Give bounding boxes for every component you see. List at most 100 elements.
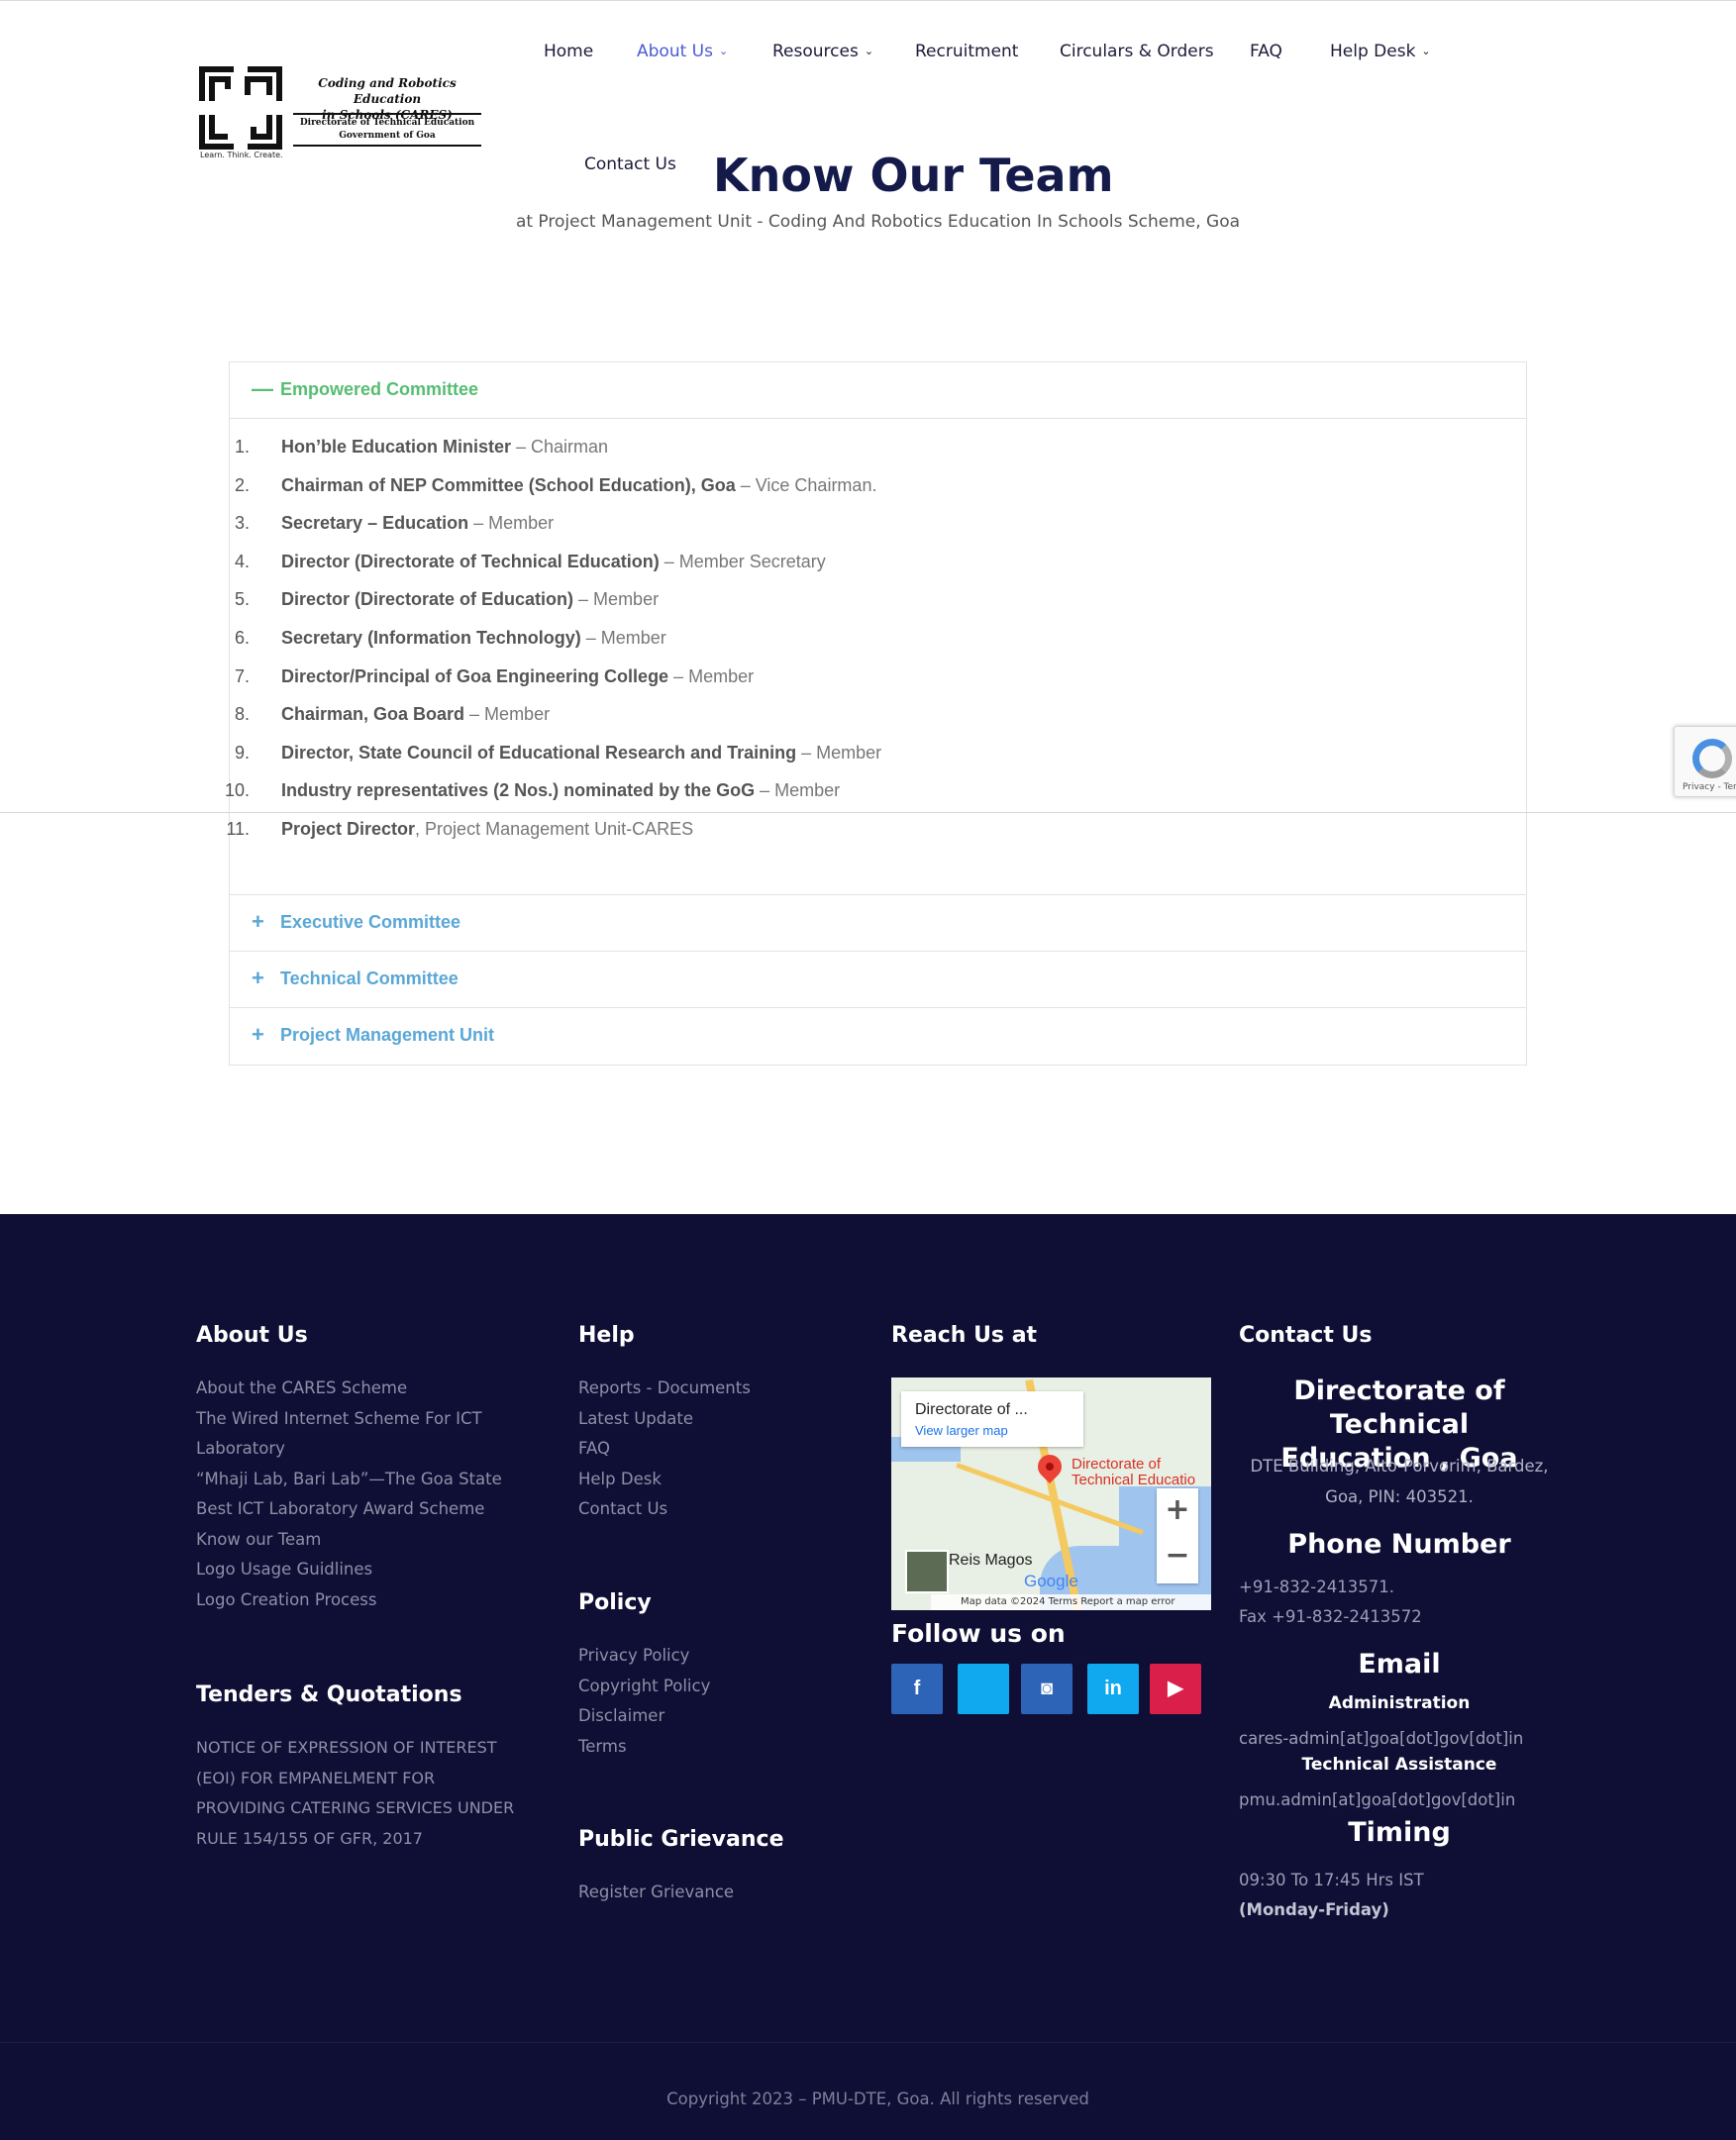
zoom-out-button[interactable]: − bbox=[1157, 1538, 1198, 1573]
email-heading: Email bbox=[1358, 1649, 1441, 1680]
cares-logo-mark-icon bbox=[199, 66, 282, 150]
footer-link[interactable]: Logo Creation Process bbox=[196, 1585, 502, 1616]
footer-link[interactable]: Help Desk bbox=[578, 1465, 751, 1495]
youtube-icon[interactable]: ▶ bbox=[1150, 1664, 1201, 1714]
nav-resources[interactable]: Resources ⌄ bbox=[772, 42, 873, 61]
footer-contact-heading: Contact Us bbox=[1239, 1323, 1373, 1348]
nav-circulars[interactable]: Circulars & Orders bbox=[1060, 42, 1214, 61]
minus-icon: — bbox=[252, 376, 273, 401]
member-text: Chairman of NEP Committee (School Educat… bbox=[281, 473, 876, 497]
location-map[interactable]: Directorate of ... View larger map Direc… bbox=[891, 1377, 1211, 1610]
nav-contact-us[interactable]: Contact Us bbox=[584, 154, 676, 174]
footer-about-links: About the CARES Scheme The Wired Internet… bbox=[196, 1374, 502, 1615]
phone-number[interactable]: +91-832-2413571. bbox=[1239, 1573, 1394, 1603]
footer-reach-heading: Reach Us at bbox=[891, 1323, 1038, 1348]
member-item: 11. Project Director, Project Management … bbox=[226, 817, 1526, 856]
member-text: Director (Directorate of Education) – Me… bbox=[281, 587, 659, 611]
footer-link[interactable]: Laboratory bbox=[196, 1434, 502, 1465]
footer-link[interactable]: Privacy Policy bbox=[578, 1641, 710, 1672]
footer-tenders-heading: Tenders & Quotations bbox=[196, 1682, 462, 1707]
member-item: 7. Director/Principal of Goa Engineering … bbox=[230, 664, 1526, 703]
chevron-down-icon: ⌄ bbox=[718, 45, 729, 57]
footer-link[interactable]: The Wired Internet Scheme For ICT bbox=[196, 1404, 502, 1435]
footer-link[interactable]: Terms bbox=[578, 1732, 710, 1763]
accordion-header-technical-committee[interactable]: + Technical Committee bbox=[230, 952, 1526, 1008]
accordion-header-empowered-committee[interactable]: — Empowered Committee bbox=[230, 362, 1526, 419]
footer-link[interactable]: Disclaimer bbox=[578, 1701, 710, 1732]
tender-notice-link[interactable]: NOTICE OF EXPRESSION OF INTEREST (EOI) F… bbox=[196, 1733, 514, 1854]
member-number: 5. bbox=[234, 589, 250, 610]
nav-home[interactable]: Home bbox=[544, 42, 593, 61]
accordion-header-project-management-unit[interactable]: + Project Management Unit bbox=[230, 1008, 1526, 1065]
member-role: Industry representatives (2 Nos.) nomina… bbox=[281, 780, 756, 801]
footer-link[interactable]: Best ICT Laboratory Award Scheme bbox=[196, 1494, 502, 1525]
footer-link[interactable]: “Mhaji Lab, Bari Lab”—The Goa State bbox=[196, 1465, 502, 1495]
nav-helpdesk-label: Help Desk bbox=[1330, 42, 1416, 61]
member-text: Director (Directorate of Technical Educa… bbox=[281, 550, 826, 573]
footer-link[interactable]: About the CARES Scheme bbox=[196, 1374, 502, 1404]
map-pin-dot bbox=[1046, 1463, 1054, 1471]
accordion-header-executive-committee[interactable]: + Executive Committee bbox=[230, 895, 1526, 952]
nav-faq[interactable]: FAQ bbox=[1250, 42, 1282, 61]
footer-policy-heading: Policy bbox=[578, 1590, 652, 1615]
footer-link[interactable]: Contact Us bbox=[578, 1494, 751, 1525]
member-item: 6. Secretary (Information Technology) – M… bbox=[230, 626, 1526, 664]
member-role: Director (Directorate of Education) bbox=[281, 589, 574, 610]
satellite-toggle[interactable] bbox=[905, 1550, 949, 1593]
accordion-title: Technical Committee bbox=[280, 968, 459, 988]
member-role: Project Director bbox=[281, 818, 416, 839]
recaptcha-badge[interactable]: Privacy - Terms bbox=[1674, 726, 1736, 797]
member-number: 10. bbox=[224, 780, 250, 801]
member-role: Director, State Council of Educational R… bbox=[281, 742, 797, 763]
org-name-line: Directorate of Technical bbox=[1293, 1376, 1505, 1440]
admin-email[interactable]: cares-admin[at]goa[dot]gov[dot]in bbox=[1239, 1724, 1523, 1755]
member-item: 4. Director (Directorate of Technical Edu… bbox=[230, 550, 1526, 588]
logo-divider-2 bbox=[293, 145, 481, 147]
timing-heading: Timing bbox=[1348, 1817, 1451, 1848]
map-zoom-control: + − bbox=[1157, 1488, 1198, 1583]
nav-recruitment[interactable]: Recruitment bbox=[915, 42, 1018, 61]
member-number: 2. bbox=[234, 474, 250, 495]
member-designation: – Member bbox=[468, 513, 555, 534]
follow-heading: Follow us on bbox=[891, 1619, 1066, 1648]
member-role: Chairman of NEP Committee (School Educat… bbox=[281, 474, 736, 495]
map-info-card: Directorate of ... View larger map bbox=[901, 1391, 1083, 1447]
site-logo[interactable]: Coding and Robotics Education in Schools… bbox=[198, 65, 485, 160]
twitter-icon[interactable] bbox=[958, 1664, 1009, 1714]
tech-email[interactable]: pmu.admin[at]goa[dot]gov[dot]in bbox=[1239, 1785, 1515, 1816]
member-number: 1. bbox=[234, 437, 250, 457]
team-accordion: — Empowered Committee 1. Hon’ble Educatio… bbox=[225, 361, 1527, 1066]
footer-link[interactable]: FAQ bbox=[578, 1434, 751, 1465]
nav-about-us[interactable]: About Us ⌄ bbox=[637, 42, 728, 61]
member-designation: – Member bbox=[755, 780, 841, 801]
member-designation: – Member bbox=[464, 704, 551, 725]
member-role: Secretary (Information Technology) bbox=[281, 627, 581, 648]
page-title: Know Our Team bbox=[713, 149, 1114, 202]
tender-line: NOTICE OF EXPRESSION OF INTEREST bbox=[196, 1738, 497, 1757]
zoom-in-button[interactable]: + bbox=[1157, 1492, 1198, 1527]
page-subtitle: at Project Management Unit - Coding And … bbox=[515, 212, 1241, 232]
member-role: Chairman, Goa Board bbox=[281, 704, 465, 725]
view-larger-map-link[interactable]: View larger map bbox=[915, 1423, 1008, 1438]
footer-link[interactable]: Reports - Documents bbox=[578, 1374, 751, 1404]
nav-help-desk[interactable]: Help Desk ⌄ bbox=[1330, 42, 1431, 61]
phone-heading: Phone Number bbox=[1287, 1529, 1511, 1560]
linkedin-icon[interactable]: in bbox=[1087, 1664, 1139, 1714]
member-designation: – Chairman bbox=[511, 437, 609, 457]
footer-link[interactable]: Latest Update bbox=[578, 1404, 751, 1435]
timing-days: (Monday-Friday) bbox=[1239, 1900, 1389, 1919]
instagram-icon[interactable]: ◙ bbox=[1021, 1664, 1072, 1714]
facebook-icon[interactable]: f bbox=[891, 1664, 943, 1714]
member-text: Director/Principal of Goa Engineering Co… bbox=[281, 664, 754, 688]
footer-link[interactable]: Copyright Policy bbox=[578, 1672, 710, 1702]
member-number: 4. bbox=[234, 551, 250, 571]
tender-line: RULE 154/155 OF GFR, 2017 bbox=[196, 1828, 423, 1848]
footer-link[interactable]: Register Grievance bbox=[578, 1878, 784, 1908]
member-designation: – Member Secretary bbox=[659, 551, 826, 571]
footer-link[interactable]: Logo Usage Guidlines bbox=[196, 1555, 502, 1585]
timing-heading-wrap: Timing bbox=[1239, 1816, 1560, 1850]
map-place-label: Directorate of Technical Educatio bbox=[1072, 1457, 1195, 1488]
footer-link[interactable]: Know our Team bbox=[196, 1525, 502, 1556]
tech-assistance-label: Technical Assistance bbox=[1301, 1755, 1497, 1775]
footer-reach-column: Reach Us at bbox=[891, 1323, 1037, 1348]
